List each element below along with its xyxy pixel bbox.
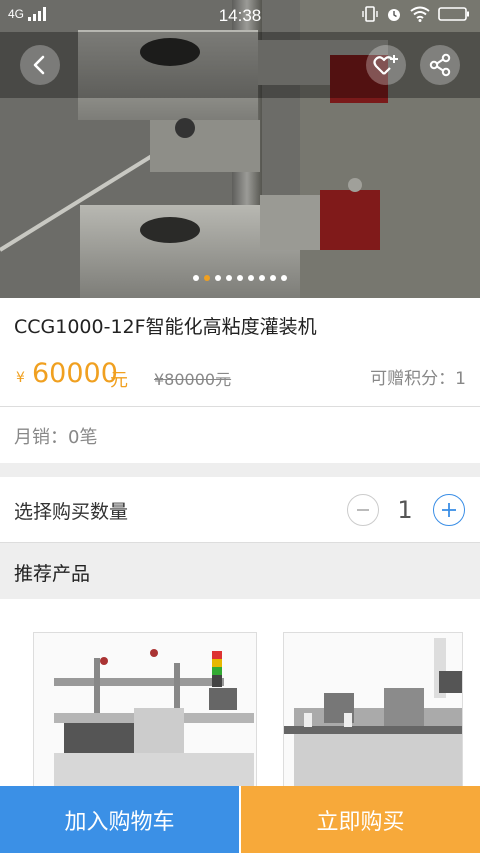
quantity-decrease-button[interactable] <box>347 494 379 526</box>
carousel-indicator <box>0 275 480 281</box>
section-gap <box>0 463 480 477</box>
carousel-dot[interactable] <box>281 275 287 281</box>
recommended-product-card[interactable] <box>33 632 257 792</box>
carousel-dot[interactable] <box>215 275 221 281</box>
carousel-dot[interactable] <box>193 275 199 281</box>
back-button[interactable] <box>20 45 60 85</box>
recommend-section-header: 推荐产品 <box>0 543 480 599</box>
carousel-dot[interactable] <box>226 275 232 281</box>
price-unit: 元 <box>110 370 128 391</box>
divider <box>0 406 480 407</box>
share-button[interactable] <box>420 45 460 85</box>
favorite-button[interactable] <box>366 45 406 85</box>
wifi-icon <box>410 6 430 22</box>
chevron-left-icon <box>33 55 45 75</box>
product-title: CCG1000-12F智能化高粘度灌装机 <box>14 316 317 338</box>
recommended-product-image <box>34 633 256 791</box>
vibrate-icon <box>362 6 378 22</box>
carousel-dot[interactable] <box>270 275 276 281</box>
price-currency-symbol: ¥ <box>16 370 25 386</box>
price-row: ¥ 60000 元 ¥80000元 可赠积分：1 <box>14 358 466 394</box>
monthly-sales: 月销：0笔 <box>14 427 98 448</box>
carousel-dot-active[interactable] <box>204 275 210 281</box>
current-price: 60000 <box>32 358 118 389</box>
quantity-label: 选择购买数量 <box>14 501 129 523</box>
carousel-dot[interactable] <box>237 275 243 281</box>
recommended-product-card[interactable] <box>283 632 463 792</box>
plus-icon <box>442 503 456 517</box>
original-price: ¥80000元 <box>154 370 232 389</box>
carousel-dot[interactable] <box>248 275 254 281</box>
bottom-action-bar: 加入购物车 立即购买 <box>0 786 480 853</box>
battery-icon <box>438 7 469 21</box>
heart-plus-icon <box>373 55 398 75</box>
buy-now-button[interactable]: 立即购买 <box>241 786 480 853</box>
share-icon <box>429 53 451 77</box>
add-to-cart-button[interactable]: 加入购物车 <box>0 786 239 853</box>
quantity-value[interactable]: 1 <box>390 496 420 524</box>
alarm-icon <box>388 9 400 21</box>
carousel-dot[interactable] <box>259 275 265 281</box>
quantity-increase-button[interactable] <box>433 494 465 526</box>
status-bar: 4G 14:38 <box>0 0 480 32</box>
reward-points: 可赠积分：1 <box>370 369 466 389</box>
recommend-title: 推荐产品 <box>14 563 91 585</box>
minus-icon <box>357 509 369 511</box>
recommended-product-image <box>284 633 462 791</box>
top-nav-bar <box>0 32 480 98</box>
